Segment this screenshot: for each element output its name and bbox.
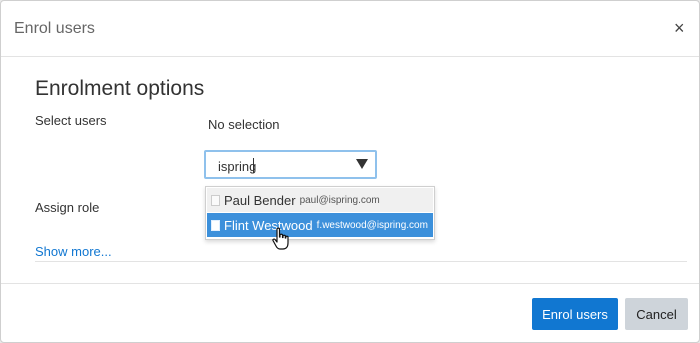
user-icon [211,219,220,231]
dialog-title: Enrol users [14,20,95,37]
suggestion-option-highlighted[interactable]: Flint Westwood f.westwood@ispring.com [207,213,433,237]
section-title: Enrolment options [35,77,205,100]
user-search-combobox[interactable] [204,150,377,179]
suggestions-dropdown: Paul Bender paul@ispring.com Flint Westw… [205,186,435,240]
cancel-button[interactable]: Cancel [625,298,688,330]
divider [35,261,687,262]
dropdown-arrow-icon[interactable] [356,159,368,169]
select-users-label: Select users [35,113,107,128]
text-cursor [253,158,254,173]
close-icon[interactable]: × [674,19,685,37]
suggestion-name: Paul Bender [224,192,296,208]
dialog-header: Enrol users × [1,1,699,57]
suggestion-option[interactable]: Paul Bender paul@ispring.com [207,188,433,212]
suggestion-name: Flint Westwood [224,217,313,233]
footer-divider [1,283,699,284]
hand-cursor-icon [272,227,289,250]
suggestion-email: f.westwood@ispring.com [316,219,428,231]
show-more-link[interactable]: Show more... [35,244,112,259]
user-icon [211,194,220,206]
enrol-users-dialog: Enrol users × Enrolment options Select u… [0,0,700,343]
selection-status: No selection [208,117,280,132]
suggestion-email: paul@ispring.com [299,194,380,206]
user-search-input[interactable] [218,157,338,175]
enrol-users-button[interactable]: Enrol users [532,298,618,330]
assign-role-label: Assign role [35,200,100,215]
